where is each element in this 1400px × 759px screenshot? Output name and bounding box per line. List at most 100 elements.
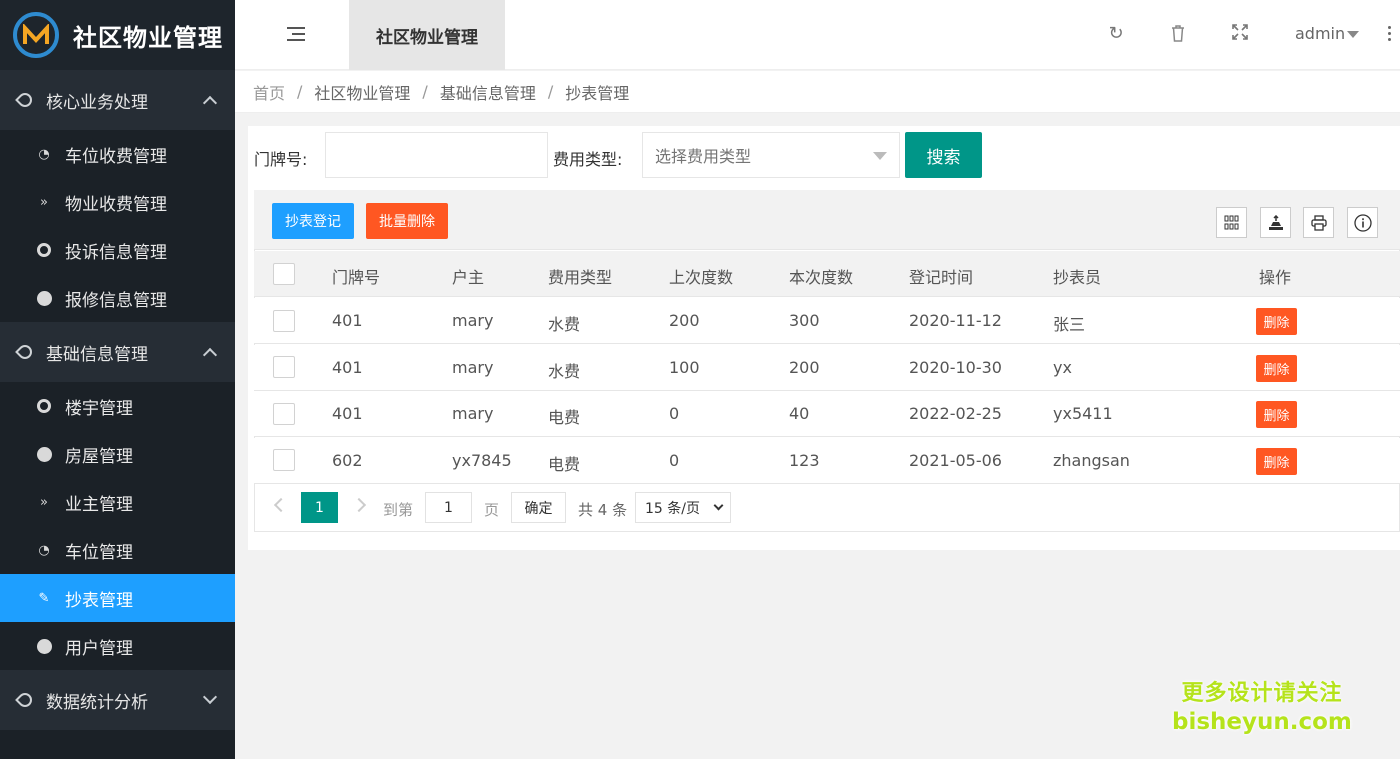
- chevron-down-icon: [713, 500, 724, 511]
- dot-circle-icon: [36, 242, 52, 258]
- delete-row-button[interactable]: 删除: [1256, 355, 1297, 382]
- watermark-line2: bisheyun.com: [1172, 709, 1352, 735]
- tab-community[interactable]: 社区物业管理: [349, 0, 505, 70]
- chevron-down-icon: [202, 689, 218, 705]
- caret-down-icon: [873, 152, 887, 160]
- info-icon[interactable]: [1347, 207, 1378, 238]
- delete-row-button[interactable]: 删除: [1256, 401, 1297, 428]
- breadcrumb-separator: /: [547, 82, 554, 101]
- table-row: [254, 298, 1400, 344]
- cell-fee-type: 电费: [548, 408, 581, 427]
- sidebar-item-label: 业主管理: [65, 494, 133, 515]
- goto-label: 到第: [383, 501, 414, 519]
- watermark: 更多设计请关注 bisheyun.com: [1172, 680, 1352, 736]
- sidebar-item-owners[interactable]: » 业主管理: [0, 478, 235, 526]
- export-icon[interactable]: [1260, 207, 1291, 238]
- print-icon[interactable]: [1303, 207, 1334, 238]
- double-chevron-down-icon: »: [40, 494, 48, 510]
- sidebar-item-repairs[interactable]: 报修信息管理: [0, 274, 235, 322]
- fee-type-placeholder: 选择费用类型: [655, 147, 752, 166]
- column-header[interactable]: 门牌号: [332, 264, 380, 288]
- column-header[interactable]: 抄表员: [1053, 264, 1101, 288]
- sidebar-item-label: 用户管理: [65, 638, 133, 659]
- cell-last-reading: 200: [669, 311, 700, 330]
- sidebar-item-parking[interactable]: ◔ 车位管理: [0, 526, 235, 574]
- cell-last-reading: 0: [669, 451, 680, 470]
- select-all-checkbox[interactable]: [273, 263, 295, 285]
- sidebar-item-label: 车位收费管理: [65, 146, 167, 167]
- columns-icon[interactable]: [1216, 207, 1247, 238]
- batch-delete-button[interactable]: 批量删除: [366, 203, 448, 239]
- cell-date: 2022-02-25: [909, 404, 1002, 423]
- row-checkbox[interactable]: [273, 403, 295, 425]
- cell-door: 602: [332, 451, 363, 470]
- row-checkbox[interactable]: [273, 356, 295, 378]
- column-header[interactable]: 费用类型: [548, 264, 612, 288]
- column-header[interactable]: 登记时间: [909, 264, 973, 288]
- goto-confirm-button[interactable]: 确定: [511, 492, 566, 523]
- sidebar: 社区物业管理 核心业务处理 ◔ 车位收费管理 » 物业收费管理 投诉信息管理 报…: [0, 0, 235, 759]
- sidebar-item-complaints[interactable]: 投诉信息管理: [0, 226, 235, 274]
- sidebar-item-houses[interactable]: 房屋管理: [0, 430, 235, 478]
- cell-date: 2020-10-30: [909, 358, 1002, 377]
- sidebar-item-label: 楼宇管理: [65, 398, 133, 419]
- row-checkbox[interactable]: [273, 310, 295, 332]
- add-reading-button[interactable]: 抄表登记: [272, 203, 354, 239]
- leaf-icon: [15, 342, 35, 362]
- more-vertical-icon[interactable]: [1388, 26, 1392, 44]
- goto-page-input[interactable]: 1: [425, 492, 472, 523]
- row-checkbox[interactable]: [273, 449, 295, 471]
- cell-owner: mary: [452, 311, 494, 330]
- column-header[interactable]: 本次度数: [789, 264, 853, 288]
- cell-owner: mary: [452, 404, 494, 423]
- logo[interactable]: 社区物业管理: [0, 0, 235, 70]
- breadcrumb-current: 抄表管理: [565, 83, 630, 103]
- sidebar-item-users[interactable]: 用户管理: [0, 622, 235, 670]
- cell-owner: mary: [452, 358, 494, 377]
- menu-group-stats[interactable]: 数据统计分析: [0, 670, 235, 730]
- dashboard-icon: ◔: [38, 146, 50, 162]
- sidebar-item-label: 投诉信息管理: [65, 242, 167, 263]
- user-menu[interactable]: admin: [1295, 24, 1345, 43]
- sidebar-item-label: 物业收费管理: [65, 194, 167, 215]
- breadcrumb-home[interactable]: 首页: [253, 80, 285, 104]
- menu-group-label: 数据统计分析: [46, 692, 148, 713]
- menu-toggle-icon[interactable]: [287, 27, 305, 41]
- logo-icon: [13, 12, 59, 58]
- fullscreen-icon[interactable]: [1230, 24, 1250, 44]
- delete-row-button[interactable]: 删除: [1256, 308, 1297, 335]
- table-row: [254, 391, 1400, 437]
- fee-type-select[interactable]: 选择费用类型: [642, 132, 900, 178]
- cell-current-reading: 300: [789, 311, 820, 330]
- table-row: [254, 438, 1400, 484]
- breadcrumb: 首页 / 社区物业管理 / 基础信息管理 / 抄表管理: [235, 71, 1400, 113]
- breadcrumb-item[interactable]: 社区物业管理: [314, 80, 410, 104]
- menu-group-basic[interactable]: 基础信息管理: [0, 322, 235, 382]
- column-header[interactable]: 上次度数: [669, 264, 733, 288]
- total-count: 共 4 条: [578, 501, 628, 519]
- delete-row-button[interactable]: 删除: [1256, 448, 1297, 475]
- trash-icon[interactable]: [1168, 24, 1188, 44]
- sidebar-item-parking-fee[interactable]: ◔ 车位收费管理: [0, 130, 235, 178]
- column-header[interactable]: 户主: [452, 264, 484, 288]
- dot-circle-icon: [36, 398, 52, 414]
- menu-group-core[interactable]: 核心业务处理: [0, 70, 235, 130]
- door-number-input[interactable]: [325, 132, 548, 178]
- page-current[interactable]: 1: [301, 492, 338, 523]
- page-size-select[interactable]: 15 条/页: [635, 492, 731, 523]
- cell-door: 401: [332, 404, 363, 423]
- page-size-value: 15 条/页: [645, 500, 700, 517]
- cell-reader: yx: [1053, 358, 1072, 377]
- menu-group-label: 基础信息管理: [46, 344, 148, 365]
- search-button[interactable]: 搜索: [905, 132, 982, 178]
- sidebar-item-buildings[interactable]: 楼宇管理: [0, 382, 235, 430]
- refresh-icon[interactable]: ↻: [1106, 24, 1126, 44]
- cell-current-reading: 123: [789, 451, 820, 470]
- chevron-up-icon: [202, 347, 218, 363]
- breadcrumb-item[interactable]: 基础信息管理: [440, 80, 536, 104]
- sidebar-item-property-fee[interactable]: » 物业收费管理: [0, 178, 235, 226]
- cell-last-reading: 0: [669, 404, 680, 423]
- breadcrumb-separator: /: [297, 82, 303, 101]
- sidebar-item-meter-reading[interactable]: ✎ 抄表管理: [0, 574, 235, 622]
- caret-down-icon[interactable]: [1347, 31, 1359, 38]
